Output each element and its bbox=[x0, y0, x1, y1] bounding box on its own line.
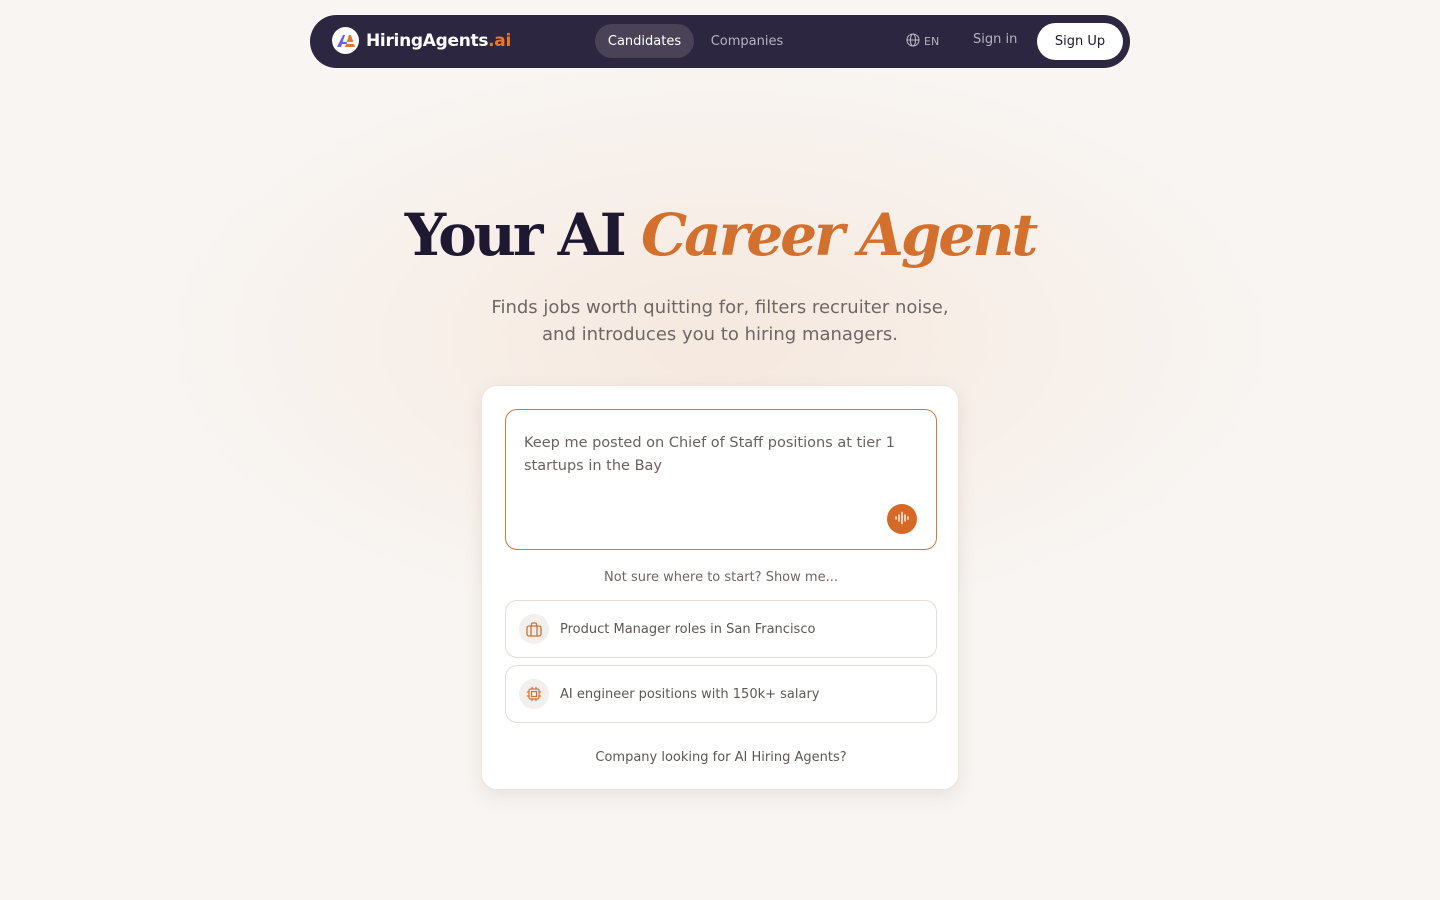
ha-logo-icon bbox=[332, 27, 359, 54]
suggestion-product-manager[interactable]: Product Manager roles in San Francisco bbox=[505, 600, 937, 658]
voice-input-button[interactable] bbox=[887, 504, 917, 534]
suggestion-label: AI engineer positions with 150k+ salary bbox=[560, 686, 820, 702]
tab-candidates[interactable]: Candidates bbox=[595, 24, 694, 58]
prompt-input[interactable]: Keep me posted on Chief of Staff positio… bbox=[505, 409, 937, 550]
language-label: EN bbox=[924, 35, 940, 48]
sign-up-button[interactable]: Sign Up bbox=[1037, 23, 1123, 60]
hero-title-plain: Your AI bbox=[404, 201, 627, 269]
hero-title: Your AI Career Agent bbox=[0, 195, 1440, 275]
sign-in-link[interactable]: Sign in bbox=[973, 32, 1017, 47]
tab-companies[interactable]: Companies bbox=[702, 24, 792, 58]
brand-name-main: HiringAgents bbox=[366, 30, 489, 51]
company-hiring-link[interactable]: Company looking for AI Hiring Agents? bbox=[482, 750, 960, 765]
brand-tld: .ai bbox=[488, 30, 511, 51]
hero-subtitle: Finds jobs worth quitting for, filters r… bbox=[0, 294, 1440, 348]
audio-waveform-icon bbox=[894, 510, 910, 529]
hero-title-accent: Career Agent bbox=[641, 201, 1038, 269]
career-agent-card: Keep me posted on Chief of Staff positio… bbox=[481, 385, 959, 790]
language-selector[interactable]: EN bbox=[906, 33, 939, 50]
suggestion-label: Product Manager roles in San Francisco bbox=[560, 621, 816, 637]
brand-name: HiringAgents.ai bbox=[366, 31, 511, 51]
hero-subtitle-line2: and introduces you to hiring managers. bbox=[542, 324, 898, 345]
prompt-input-value[interactable]: Keep me posted on Chief of Staff positio… bbox=[524, 432, 904, 478]
top-navbar: HiringAgents.ai Candidates Companies EN … bbox=[310, 15, 1130, 68]
chip-icon bbox=[519, 679, 549, 709]
globe-icon bbox=[906, 33, 920, 50]
suggestion-ai-engineer[interactable]: AI engineer positions with 150k+ salary bbox=[505, 665, 937, 723]
hero-subtitle-line1: Finds jobs worth quitting for, filters r… bbox=[491, 297, 949, 318]
briefcase-icon bbox=[519, 614, 549, 644]
suggestions-hint: Not sure where to start? Show me... bbox=[604, 570, 838, 585]
brand-logo-link[interactable]: HiringAgents.ai bbox=[332, 27, 511, 54]
